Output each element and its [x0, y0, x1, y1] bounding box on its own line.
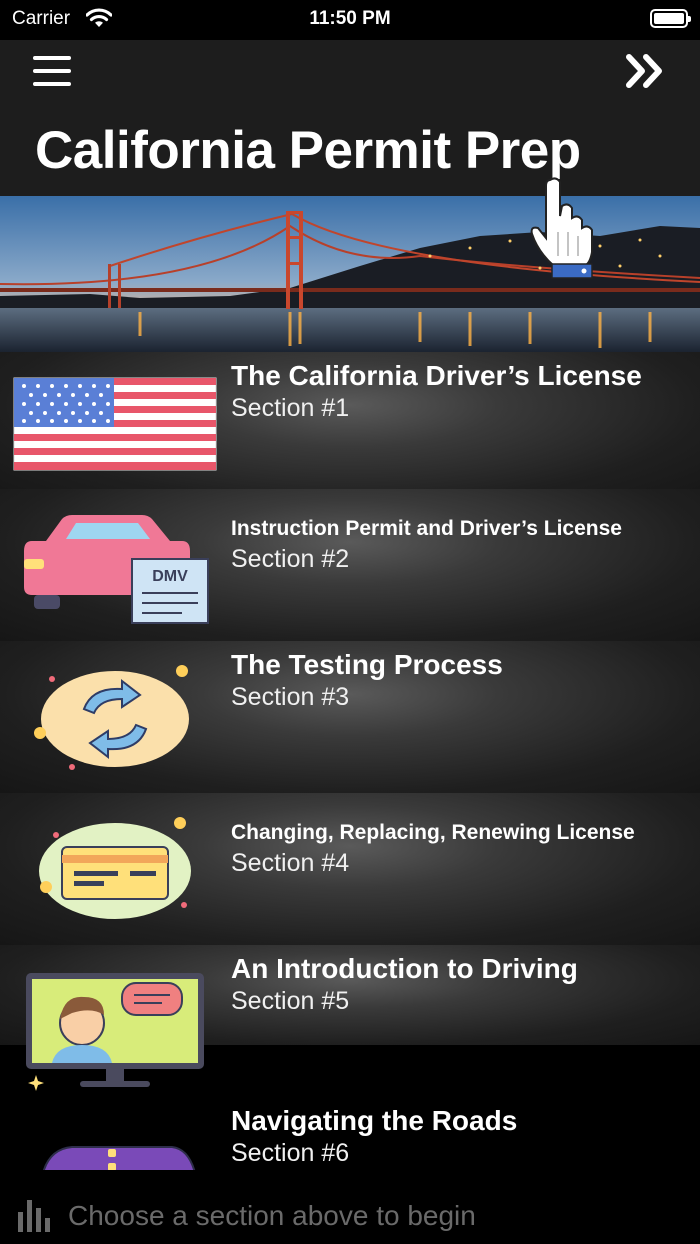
- section-row-1[interactable]: The California Driver’s License Section …: [0, 352, 700, 504]
- status-bar: Carrier 11:50 PM: [0, 0, 700, 40]
- us-flag-icon: [13, 377, 217, 471]
- footer-prompt: Choose a section above to begin: [68, 1200, 476, 1231]
- nav-header: California Permit Prep: [0, 40, 700, 196]
- section-title: Changing, Replacing, Renewing License: [231, 821, 635, 844]
- menu-icon[interactable]: [33, 56, 71, 86]
- section-number: Section #6: [231, 1139, 350, 1167]
- section-row-4[interactable]: Changing, Replacing, Renewing License Se…: [0, 793, 700, 945]
- bar-chart-icon: [18, 1200, 50, 1232]
- section-number: Section #4: [231, 849, 350, 877]
- section-list: The California Driver’s License Section …: [0, 352, 700, 1170]
- battery-icon: [650, 9, 691, 28]
- vehicle-icon: [42, 1146, 196, 1170]
- license-card-icon: [39, 817, 191, 919]
- section-row-2[interactable]: DMV Instruction Permit and Driver’s Lice…: [0, 489, 700, 641]
- section-row-5[interactable]: An Introduction to Driving Section #5: [0, 945, 700, 1091]
- section-number: Section #5: [231, 987, 350, 1015]
- page-title: California Permit Prep: [35, 121, 581, 180]
- section-number: Section #2: [231, 545, 350, 573]
- section-title: Instruction Permit and Driver’s License: [231, 517, 622, 540]
- section-title: The Testing Process: [231, 649, 503, 680]
- car-dmv-icon: DMV: [24, 515, 209, 624]
- section-title: Navigating the Roads: [231, 1105, 518, 1136]
- section-title: The California Driver’s License: [231, 360, 642, 391]
- section-row-3[interactable]: The Testing Process Section #3: [0, 641, 700, 793]
- tap-hand-icon: [530, 177, 593, 279]
- section-number: Section #3: [231, 683, 350, 711]
- status-time: 11:50 PM: [309, 8, 391, 29]
- video-call-icon: [26, 973, 204, 1091]
- footer-bar: Choose a section above to begin: [0, 1170, 700, 1244]
- section-number: Section #1: [231, 394, 350, 422]
- section-row-6[interactable]: Navigating the Roads Section #6: [0, 1097, 700, 1170]
- section-title: An Introduction to Driving: [231, 953, 578, 984]
- double-chevron-right-icon[interactable]: [624, 52, 666, 90]
- refresh-cycle-icon: [34, 665, 189, 770]
- svg-text:DMV: DMV: [152, 568, 188, 585]
